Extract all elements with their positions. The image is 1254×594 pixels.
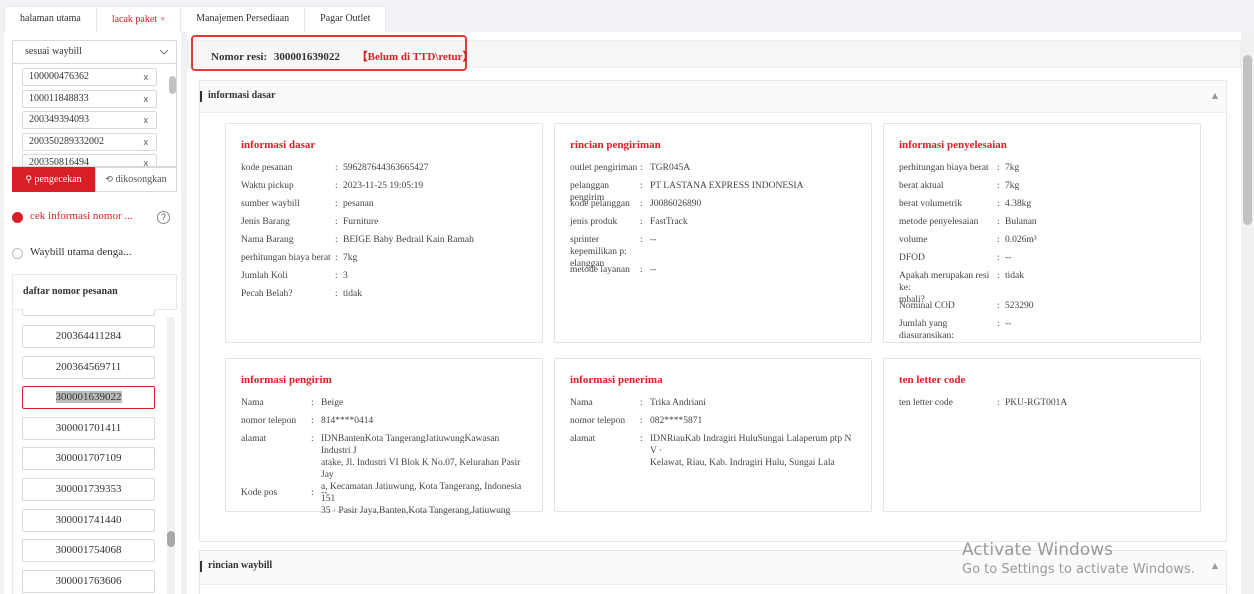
windows-activation-watermark: Activate Windows Go to Settings to activ… — [962, 540, 1195, 577]
section-title: rincian waybill — [208, 560, 273, 571]
card-title: informasi penyelesaian — [899, 139, 1007, 151]
chevron-down-icon — [159, 49, 169, 55]
tabs: halaman utama lacak paket × Manajemen Perse… — [4, 6, 387, 32]
collapse-icon[interactable]: ▲ — [1212, 561, 1218, 570]
remove-icon[interactable]: x — [144, 91, 149, 107]
ten-letter-code-value: PKU-RGT001A — [1005, 398, 1068, 408]
list-item[interactable]: 300001639022 — [22, 386, 155, 410]
tab-bar: halaman utama lacak paket × Manajemen Perse… — [0, 0, 1254, 32]
sender-postal: -- — [321, 488, 328, 498]
receiver-phone: 082****5871 — [650, 416, 703, 426]
section-header[interactable]: informasi dasar ▲ — [200, 81, 1226, 113]
tab-1[interactable]: lacak paket × — [95, 6, 182, 32]
card-title: rincian pengiriman — [570, 139, 661, 151]
list-item[interactable]: 300001707109 — [22, 447, 155, 471]
card-title: informasi dasar — [241, 139, 316, 151]
search-icon: ⚲ — [25, 175, 32, 185]
waybill-input-list[interactable]: 100000476362 x 100011848833 x 200349394093 x 2… — [12, 63, 177, 167]
scrollbar-thumb[interactable] — [167, 531, 175, 547]
help-icon[interactable]: ? — [157, 211, 170, 224]
list-item[interactable]: 300001739353 — [22, 478, 155, 501]
card-ten-letter-code: ten letter code ten letter code: PKU-RGT… — [883, 358, 1201, 512]
waybill-filter-select[interactable]: sesuai waybill — [12, 40, 177, 64]
list-item[interactable] — [22, 309, 155, 316]
resi-label: Nomor resi: — [211, 51, 268, 63]
clear-icon: ⟲ — [105, 175, 113, 185]
order-list: 200364411284 200364569711 300001639022 3000… — [12, 309, 177, 594]
receiver-address: IDNRiauKab Indragiri HuluSungai Lalaperu… — [650, 434, 852, 468]
card-settlement-info: informasi penyelesaian perhitungan biaya… — [883, 123, 1201, 343]
order-list-title: daftar nomor pesanan — [12, 274, 177, 310]
card-basic-info: informasi dasar kode pesanan:59628764436… — [225, 123, 543, 343]
clear-button-label: dikosongkan — [115, 174, 167, 185]
list-item[interactable]: 300001754068 — [22, 539, 155, 563]
sender-name: Beige — [321, 398, 344, 408]
list-item[interactable]: 300001763606 — [22, 569, 155, 593]
resi-number: 300001639022 — [273, 51, 340, 63]
radio-label: Waybill utama denga... — [30, 246, 132, 258]
receiver-name: Trika Andriani — [650, 398, 706, 408]
collapse-icon[interactable]: ▲ — [1212, 91, 1218, 100]
scrollbar-thumb[interactable] — [169, 76, 176, 94]
tab-2[interactable]: Manajemen Persediaan — [180, 6, 306, 32]
list-item[interactable]: 200364569711 — [22, 355, 155, 379]
radio-checked-icon — [12, 212, 23, 223]
list-item[interactable]: 300001701411 — [22, 416, 155, 440]
tab-0[interactable]: halaman utama — [4, 6, 97, 32]
search-button[interactable]: ⚲ pengecekan — [12, 167, 95, 192]
list-item[interactable]: 200364411284 — [22, 325, 155, 348]
card-receiver-info: informasi penerima Nama: Trika Andriani … — [554, 358, 872, 512]
card-title: informasi penerima — [570, 374, 663, 386]
list-item[interactable]: 300001741440 — [22, 508, 155, 532]
card-sender-info: informasi pengirim Nama: Beige nomor tel… — [225, 358, 543, 516]
left-panel: sesuai waybill 100000476362 x 100011848833… — [4, 32, 181, 594]
remove-icon[interactable]: x — [144, 112, 149, 128]
card-title: ten letter code — [899, 374, 966, 386]
radio-unchecked-icon — [12, 248, 23, 259]
waybill-chip[interactable]: 200350289332002 x — [22, 132, 157, 151]
radio-label: cek informasi nomor ... — [30, 210, 133, 222]
status-badge: 【Belum di TTD\retur】 — [356, 51, 474, 63]
remove-icon[interactable]: x — [144, 69, 149, 85]
card-shipping-details: rincian pengiriman outlet pengiriman: TGR… — [554, 123, 872, 343]
sender-address: IDNBantenKota TangerangJatiuwungKawasan … — [321, 434, 522, 516]
tab-3[interactable]: Pagar Outlet — [304, 6, 387, 32]
sender-phone: 814****0414 — [321, 416, 374, 426]
select-value: sesuai waybill — [25, 46, 82, 57]
resi-header: Nomor resi: 300001639022 【Belum di TTD\r… — [211, 48, 474, 64]
card-title: informasi pengirim — [241, 374, 332, 386]
waybill-chip[interactable]: 200349394093 x — [22, 111, 157, 129]
clear-button[interactable]: ⟲ dikosongkan — [95, 167, 177, 192]
close-icon[interactable]: × — [160, 14, 165, 24]
main-panel: Nomor resi: 300001639022 【Belum di TTD\r… — [187, 32, 1241, 594]
search-button-label: pengecekan — [34, 174, 82, 185]
page-scrollbar-thumb[interactable] — [1243, 55, 1252, 225]
waybill-chip[interactable]: 100011848833 x — [22, 89, 157, 108]
waybill-chip[interactable]: 100000476362 x — [22, 68, 157, 86]
waybill-chip[interactable]: 200350816494 x — [22, 154, 157, 166]
section-title: informasi dasar — [208, 90, 276, 101]
scrollbar-track[interactable] — [167, 317, 175, 594]
remove-icon[interactable]: x — [144, 134, 149, 150]
remove-icon[interactable]: x — [144, 155, 149, 166]
radio-check-info[interactable]: cek informasi nomor ... ? — [12, 210, 177, 226]
